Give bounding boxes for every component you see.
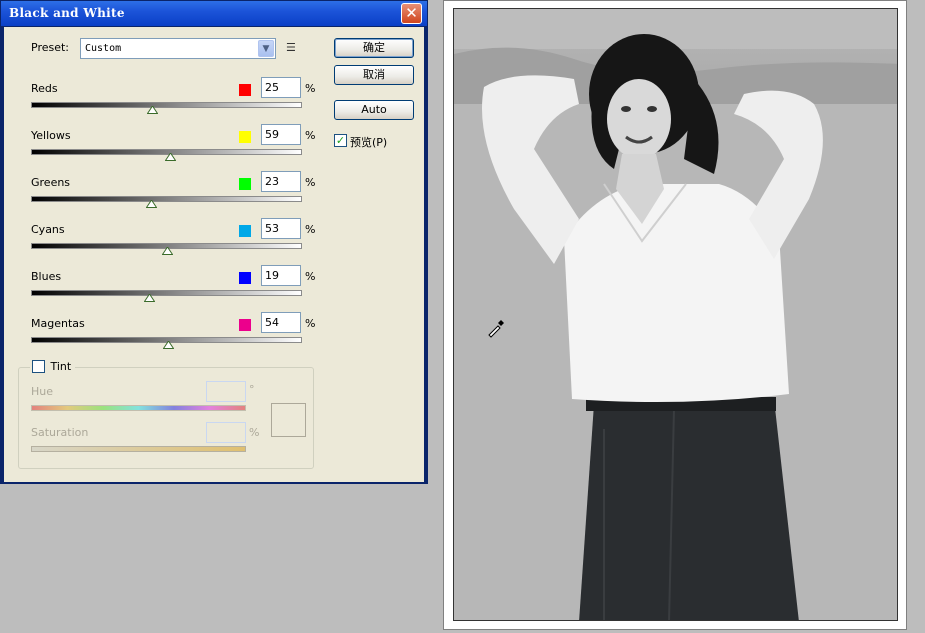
- saturation-unit: %: [249, 426, 260, 439]
- dialog-body: Preset: Custom ▼ ☰ Reds 25 % Yellows 59 …: [4, 27, 424, 482]
- value-input[interactable]: 19: [261, 265, 301, 286]
- slider-track[interactable]: [31, 102, 302, 108]
- slider-thumb[interactable]: [165, 153, 176, 161]
- tint-legend: Tint: [30, 359, 76, 375]
- preview-checkbox[interactable]: ✓: [334, 134, 347, 147]
- grayscale-photo[interactable]: [453, 8, 898, 621]
- ok-button[interactable]: 确定: [334, 38, 414, 58]
- tint-label[interactable]: Tint: [51, 360, 72, 373]
- slider-label: Cyans: [31, 223, 65, 236]
- document-canvas[interactable]: [443, 0, 907, 630]
- preset-options-menu-icon[interactable]: ☰: [286, 41, 300, 54]
- slider-thumb[interactable]: [147, 106, 158, 114]
- slider-label: Yellows: [31, 129, 71, 142]
- chevron-down-icon[interactable]: ▼: [258, 40, 274, 57]
- preset-value: Custom: [85, 43, 122, 54]
- saturation-label: Saturation: [31, 426, 89, 439]
- percent-sign: %: [305, 223, 316, 236]
- preset-label: Preset:: [31, 41, 70, 54]
- percent-sign: %: [305, 317, 316, 330]
- tint-group: [18, 367, 314, 469]
- slider-thumb[interactable]: [144, 294, 155, 302]
- slider-magentas: Magentas 54 %: [31, 312, 321, 363]
- color-swatch: [239, 84, 251, 96]
- slider-label: Greens: [31, 176, 71, 189]
- percent-sign: %: [305, 82, 316, 95]
- tint-color-swatch[interactable]: [271, 403, 306, 437]
- preset-dropdown[interactable]: Custom ▼: [80, 38, 276, 59]
- eyedropper-cursor-icon: [488, 320, 504, 338]
- tint-checkbox[interactable]: [32, 359, 45, 373]
- saturation-slider[interactable]: [31, 446, 246, 452]
- value-input[interactable]: 23: [261, 171, 301, 192]
- slider-label: Reds: [31, 82, 58, 95]
- color-swatch: [239, 319, 251, 331]
- checkmark-icon: ✓: [335, 134, 346, 147]
- slider-track[interactable]: [31, 290, 302, 296]
- slider-blues: Blues 19 %: [31, 265, 321, 316]
- color-swatch: [239, 131, 251, 143]
- close-icon: ✕: [405, 4, 418, 22]
- slider-greens: Greens 23 %: [31, 171, 321, 222]
- hue-input[interactable]: [206, 381, 246, 402]
- hue-unit: °: [249, 383, 255, 396]
- hue-spectrum-slider[interactable]: [31, 405, 246, 411]
- slider-track[interactable]: [31, 196, 302, 202]
- black-and-white-dialog: Black and White ✕ Preset: Custom ▼ ☰ Red…: [0, 0, 428, 484]
- color-swatch: [239, 225, 251, 237]
- slider-reds: Reds 25 %: [31, 77, 321, 128]
- value-input[interactable]: 59: [261, 124, 301, 145]
- slider-label: Magentas: [31, 317, 85, 330]
- preview-label[interactable]: 预览(P): [350, 134, 387, 150]
- slider-yellows: Yellows 59 %: [31, 124, 321, 175]
- color-swatch: [239, 272, 251, 284]
- color-swatch: [239, 178, 251, 190]
- slider-label: Blues: [31, 270, 62, 283]
- cancel-button[interactable]: 取消: [334, 65, 414, 85]
- dialog-titlebar[interactable]: Black and White ✕: [1, 1, 427, 26]
- slider-cyans: Cyans 53 %: [31, 218, 321, 269]
- slider-thumb[interactable]: [162, 247, 173, 255]
- close-button[interactable]: ✕: [401, 3, 422, 24]
- slider-thumb[interactable]: [146, 200, 157, 208]
- hue-label: Hue: [31, 385, 54, 398]
- value-input[interactable]: 53: [261, 218, 301, 239]
- auto-button[interactable]: Auto: [334, 100, 414, 120]
- saturation-input[interactable]: [206, 422, 246, 443]
- dialog-title: Black and White: [9, 6, 125, 20]
- percent-sign: %: [305, 176, 316, 189]
- percent-sign: %: [305, 129, 316, 142]
- slider-thumb[interactable]: [163, 341, 174, 349]
- value-input[interactable]: 25: [261, 77, 301, 98]
- value-input[interactable]: 54: [261, 312, 301, 333]
- percent-sign: %: [305, 270, 316, 283]
